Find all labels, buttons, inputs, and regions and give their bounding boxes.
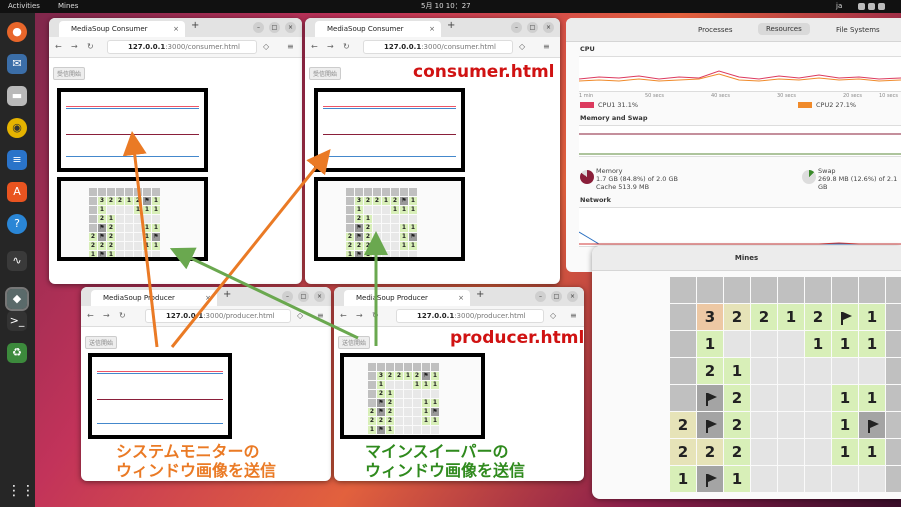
arrow-sysmon-right (170, 148, 331, 348)
arrow-sysmon-left (122, 131, 159, 348)
producer-label: producer.html (450, 328, 585, 348)
mines-caption-line1: マインスイーパーの (365, 442, 509, 461)
sysmon-send-caption: システムモニターの ウィンドウ画像を送信 (116, 442, 276, 480)
arrow-mines-left (169, 247, 359, 340)
sysmon-caption-line2: ウィンドウ画像を送信 (116, 461, 277, 480)
consumer-label: consumer.html (413, 62, 555, 82)
sysmon-caption-line1: システムモニターの (116, 442, 260, 461)
mines-caption-line2: ウィンドウ画像を送信 (365, 461, 526, 480)
mines-send-caption: マインスイーパーの ウィンドウ画像を送信 (365, 442, 525, 480)
